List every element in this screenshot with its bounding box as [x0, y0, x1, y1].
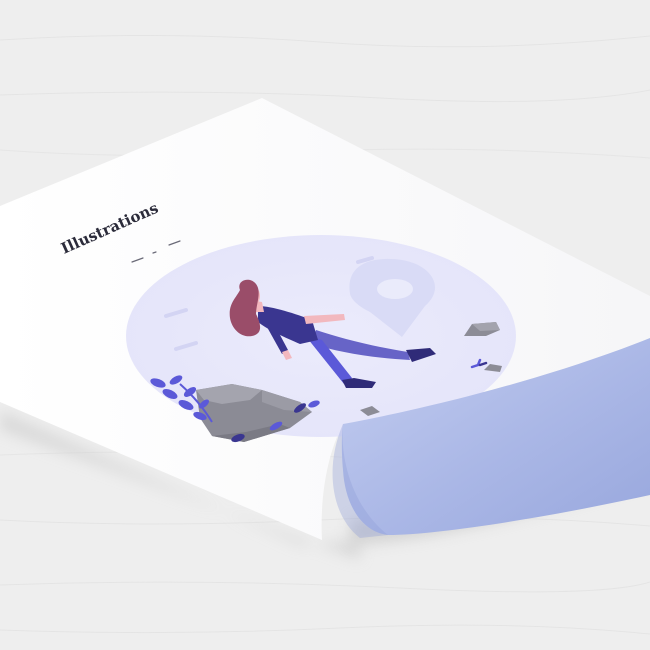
- poster-scene: Illustrations: [0, 0, 650, 650]
